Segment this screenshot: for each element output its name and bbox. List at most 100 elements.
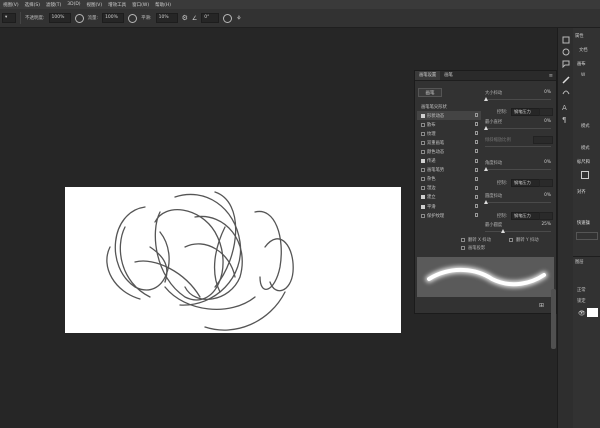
checkbox[interactable] [421,140,425,145]
eye-icon[interactable]: 👁 [578,310,586,317]
lock-icon[interactable] [475,213,478,218]
angle-jitter-value[interactable]: 0% [533,160,551,165]
new-brush-icon[interactable]: ⊞ [539,302,544,309]
character-icon[interactable]: A [562,104,570,112]
tilt-scale-field[interactable] [533,136,553,144]
gear-icon[interactable]: ⚙ [182,14,188,22]
lock-icon[interactable] [475,140,478,145]
brush-icon[interactable] [562,76,570,84]
checkbox[interactable] [421,131,425,136]
flip-x-checkbox[interactable] [461,238,465,242]
control3-extra-field[interactable] [539,212,553,220]
control2-extra-field[interactable] [539,179,553,187]
comment-icon[interactable] [562,60,570,69]
menu-item-5[interactable]: 视图(V) [84,2,106,8]
slider-knob[interactable] [501,229,505,233]
angle-jitter-slider[interactable] [485,169,551,170]
list-item-transfer[interactable]: 传递 [417,157,481,166]
menu-item-3[interactable]: 滤镜(T) [43,2,64,8]
lock-icon[interactable] [475,149,478,154]
list-item-color-dynamics[interactable]: 颜色动态 [417,147,481,156]
lock-icon[interactable] [475,131,478,136]
min-roundness-slider[interactable] [485,231,551,232]
menu-item-4[interactable]: 3D(D) [64,2,83,7]
checkbox[interactable] [421,168,425,173]
list-item-tip-shape[interactable]: 画笔笔尖形状 [417,102,481,111]
list-item-build-up[interactable]: 建立 [417,193,481,202]
list-item-shape-dynamics[interactable]: 形状动态 [417,111,481,121]
list-item-protect-texture[interactable]: 保护纹理 [417,211,481,220]
list-item-noise[interactable]: 杂色 [417,175,481,184]
lock-icon[interactable] [475,113,478,118]
lock-icon[interactable] [475,167,478,172]
menu-item-6[interactable]: 增效工具 [105,2,129,8]
checkbox[interactable] [421,159,425,164]
list-item-wet-edges[interactable]: 湿边 [417,184,481,193]
adjust-icon[interactable] [562,48,570,56]
quick-action-button[interactable] [576,232,598,240]
flow-field[interactable]: 100% [102,13,125,23]
slider-knob[interactable] [484,126,488,130]
checkbox[interactable] [421,186,425,191]
paragraph-icon[interactable]: ¶ [562,116,570,124]
airbrush-icon[interactable] [128,13,138,23]
tab-properties[interactable]: 属性 [575,33,584,39]
control-dropdown[interactable]: 钢笔压力 [511,108,541,116]
symmetry-icon[interactable]: ⚘ [236,15,241,22]
min-roundness-value[interactable]: 25% [533,222,551,227]
layer-thumbnail[interactable] [587,308,598,317]
tilt-scale-slider[interactable] [485,146,551,147]
size-jitter-slider[interactable] [485,99,551,100]
ruler-toggle[interactable] [581,171,589,179]
brush-settings-icon[interactable] [562,88,570,96]
history-icon[interactable] [562,36,570,44]
menu-item-7[interactable]: 窗口(W) [129,2,152,8]
checkbox[interactable] [421,113,425,118]
checkbox[interactable] [421,177,425,182]
angle-field[interactable]: 0° [201,13,220,23]
list-item-dual-brush[interactable]: 双重画笔 [417,138,481,147]
size-jitter-value[interactable]: 0% [533,90,551,95]
lock-icon[interactable] [475,176,478,181]
pressure-opacity-icon[interactable] [74,13,84,23]
panel-menu-icon[interactable]: ≡ [549,73,556,79]
roundness-jitter-slider[interactable] [485,202,551,203]
menu-item-1[interactable]: 视图(V) [0,2,22,8]
checkbox[interactable] [421,195,425,200]
lock-icon[interactable] [475,122,478,127]
menu-item-2[interactable]: 选择(S) [22,2,43,8]
canvas-scrollbar[interactable] [551,289,556,349]
brush-presets-button[interactable]: 画笔 [418,88,442,97]
document-canvas[interactable] [65,187,401,333]
blend-mode-dropdown[interactable]: 正常 [577,287,586,293]
checkbox[interactable] [421,122,425,127]
min-diameter-slider[interactable] [485,128,551,129]
list-item-smoothing[interactable]: 平滑 [417,202,481,211]
brush-projection-checkbox[interactable] [461,246,465,250]
min-diameter-value[interactable]: 0% [533,119,551,124]
menu-item-8[interactable]: 帮助(H) [152,2,174,8]
checkbox[interactable] [421,213,425,218]
slider-knob[interactable] [484,97,488,101]
control3-dropdown[interactable]: 钢笔压力 [511,212,541,220]
tab-layers[interactable]: 图层 [575,259,584,265]
list-item-brush-pose[interactable]: 画笔笔势 [417,166,481,175]
checkbox[interactable] [421,150,425,155]
tab-brush[interactable]: 画笔 [440,71,457,80]
control2-dropdown[interactable]: 钢笔压力 [511,179,541,187]
flip-y-checkbox[interactable] [509,238,513,242]
slider-knob[interactable] [484,167,488,171]
control-extra-field[interactable] [539,108,553,116]
list-item-texture[interactable]: 纹理 [417,129,481,138]
opacity-field[interactable]: 100% [48,13,71,23]
lock-icon[interactable] [475,194,478,199]
lock-icon[interactable] [475,204,478,209]
lock-icon[interactable] [475,158,478,163]
smooth-field[interactable]: 10% [155,13,178,23]
pressure-size-icon[interactable] [223,13,233,23]
slider-knob[interactable] [484,200,488,204]
list-item-scattering[interactable]: 散布 [417,120,481,129]
roundness-jitter-value[interactable]: 0% [533,193,551,198]
tab-brush-settings[interactable]: 画笔设置 [415,71,441,80]
lock-icon[interactable] [475,185,478,190]
